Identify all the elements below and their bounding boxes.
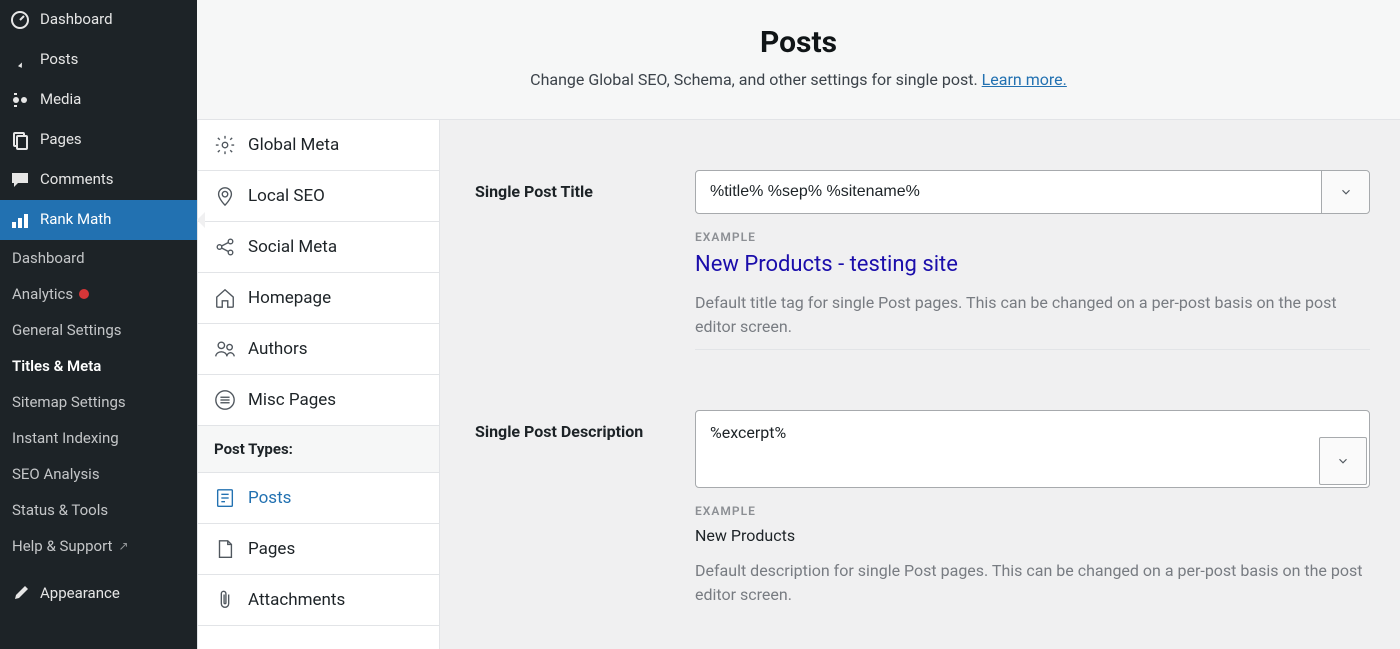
notification-dot-icon: [79, 289, 89, 299]
submenu-sitemap[interactable]: Sitemap Settings: [0, 384, 197, 420]
field-single-post-title: Single Post Title EXAMPLE New Products -…: [475, 170, 1370, 380]
sidebar-label: Rank Math: [40, 210, 111, 230]
submenu-instant-indexing[interactable]: Instant Indexing: [0, 420, 197, 456]
page-icon: [214, 538, 236, 560]
home-icon: [214, 287, 236, 309]
field-single-post-description: Single Post Description EXAMPLE New Prod…: [475, 410, 1370, 607]
sidebar-label: Appearance: [40, 584, 120, 604]
submenu-dashboard[interactable]: Dashboard: [0, 240, 197, 276]
example-label: EXAMPLE: [695, 504, 1370, 518]
field-label: Single Post Title: [475, 170, 695, 380]
tab-pages[interactable]: Pages: [198, 524, 439, 575]
tab-authors[interactable]: Authors: [198, 324, 439, 375]
wp-admin-sidebar: Dashboard Posts Media Pages Comments Ran…: [0, 0, 197, 649]
sidebar-label: Posts: [40, 50, 78, 70]
content-area: Posts Change Global SEO, Schema, and oth…: [197, 0, 1400, 649]
field-label: Single Post Description: [475, 410, 695, 607]
location-icon: [214, 185, 236, 207]
comment-icon: [10, 170, 30, 190]
tab-section-label: Post Types:: [198, 426, 439, 473]
gauge-icon: [10, 10, 30, 30]
single-post-title-input[interactable]: [696, 171, 1321, 213]
submenu-status-tools[interactable]: Status & Tools: [0, 492, 197, 528]
example-desc-preview: New Products: [695, 526, 1370, 545]
submenu-general-settings[interactable]: General Settings: [0, 312, 197, 348]
sidebar-item-pages[interactable]: Pages: [0, 120, 197, 160]
share-icon: [214, 236, 236, 258]
sidebar-item-media[interactable]: Media: [0, 80, 197, 120]
settings-tabs: Global Meta Local SEO Social Meta Homepa…: [197, 120, 440, 649]
rankmath-icon: [10, 210, 30, 230]
tab-global-meta[interactable]: Global Meta: [198, 120, 439, 171]
users-icon: [214, 338, 236, 360]
page-description: Change Global SEO, Schema, and other set…: [217, 70, 1380, 89]
post-icon: [214, 487, 236, 509]
submenu-help-support[interactable]: Help & Support↗: [0, 528, 197, 564]
brush-icon: [10, 584, 30, 604]
sidebar-label: Dashboard: [40, 10, 113, 30]
chevron-down-icon: [1336, 454, 1350, 468]
title-input-wrap: [695, 170, 1370, 214]
example-label: EXAMPLE: [695, 230, 1370, 244]
tab-local-seo[interactable]: Local SEO: [198, 171, 439, 222]
settings-panel: Single Post Title EXAMPLE New Products -…: [440, 120, 1400, 649]
learn-more-link[interactable]: Learn more.: [982, 70, 1067, 89]
sidebar-item-posts[interactable]: Posts: [0, 40, 197, 80]
example-title-preview: New Products - testing site: [695, 252, 1370, 277]
chevron-down-icon: [1339, 185, 1353, 199]
desc-help-text: Default description for single Post page…: [695, 559, 1370, 607]
pages-icon: [10, 130, 30, 150]
sidebar-item-appearance[interactable]: Appearance: [0, 574, 197, 614]
field-divider: [695, 349, 1370, 350]
pin-icon: [10, 50, 30, 70]
submenu-analytics[interactable]: Analytics: [0, 276, 197, 312]
sidebar-item-dashboard[interactable]: Dashboard: [0, 0, 197, 40]
tab-attachments[interactable]: Attachments: [198, 575, 439, 626]
submenu-seo-analysis[interactable]: SEO Analysis: [0, 456, 197, 492]
single-post-description-input[interactable]: [696, 411, 1369, 487]
submenu-titles-meta[interactable]: Titles & Meta: [0, 348, 197, 384]
title-help-text: Default title tag for single Post pages.…: [695, 291, 1370, 339]
variable-dropdown-button[interactable]: [1321, 171, 1369, 213]
page-header: Posts Change Global SEO, Schema, and oth…: [197, 0, 1400, 120]
sidebar-label: Pages: [40, 130, 82, 150]
page-title: Posts: [217, 25, 1380, 60]
sidebar-item-rankmath[interactable]: Rank Math: [0, 200, 197, 240]
tab-homepage[interactable]: Homepage: [198, 273, 439, 324]
desc-input-wrap: [695, 410, 1370, 488]
sidebar-label: Media: [40, 90, 81, 110]
paperclip-icon: [214, 589, 236, 611]
list-icon: [214, 389, 236, 411]
sidebar-label: Comments: [40, 170, 114, 190]
media-icon: [10, 90, 30, 110]
gear-icon: [214, 134, 236, 156]
variable-dropdown-button[interactable]: [1319, 437, 1367, 485]
tab-social-meta[interactable]: Social Meta: [198, 222, 439, 273]
sidebar-item-comments[interactable]: Comments: [0, 160, 197, 200]
tab-misc-pages[interactable]: Misc Pages: [198, 375, 439, 426]
tab-posts[interactable]: Posts: [198, 473, 439, 524]
external-link-icon: ↗: [118, 539, 128, 553]
body-row: Global Meta Local SEO Social Meta Homepa…: [197, 120, 1400, 649]
